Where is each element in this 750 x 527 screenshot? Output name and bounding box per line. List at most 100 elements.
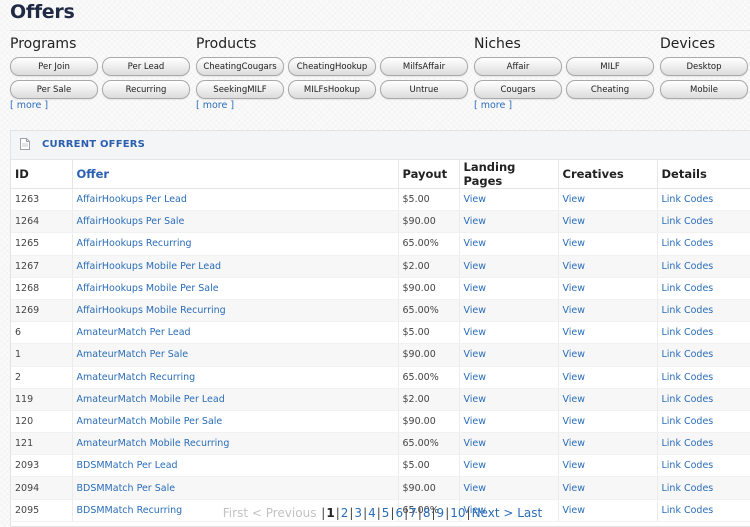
table-row: 2094 BDSMMatch Per Sale $90.00 View View Link… [11,476,750,500]
pagination-separator: | [417,506,422,520]
creatives-view-link[interactable]: View [563,349,586,360]
filter-button-cheatingcougars[interactable]: CheatingCougars [196,57,284,76]
creatives-view-link[interactable]: View [563,305,586,316]
link-codes-link[interactable]: Link Codes [662,416,714,427]
link-codes-link[interactable]: Link Codes [662,394,714,405]
creatives-view-link[interactable]: View [563,216,586,227]
filter-button-milf[interactable]: MILF [566,57,654,76]
offer-link[interactable]: BDSMMatch Per Lead [77,460,178,471]
link-codes-link[interactable]: Link Codes [662,305,714,316]
pagination-separator: | [335,506,340,520]
landing-pages-view-link[interactable]: View [464,416,487,427]
filter-button-per-join[interactable]: Per Join [10,57,98,76]
link-codes-link[interactable]: Link Codes [662,238,714,249]
link-codes-link[interactable]: Link Codes [662,194,714,205]
pagination-last[interactable]: Last [517,506,542,520]
offer-link[interactable]: AffairHookups Mobile Per Lead [77,261,222,272]
landing-pages-view-link[interactable]: View [464,483,487,494]
filter-button-mobile[interactable]: Mobile [660,80,748,99]
offer-link[interactable]: AffairHookups Per Lead [77,194,187,205]
landing-pages-view-link[interactable]: View [464,460,487,471]
offer-link[interactable]: AffairHookups Mobile Recurring [77,305,226,316]
landing-pages-view-link[interactable]: View [464,394,487,405]
filter-button-per-sale[interactable]: Per Sale [10,80,98,99]
landing-pages-view-link[interactable]: View [464,372,487,383]
creatives-view-link[interactable]: View [563,483,586,494]
offer-link[interactable]: AffairHookups Recurring [77,238,192,249]
landing-pages-view-link[interactable]: View [464,327,487,338]
column-header-offer[interactable]: Offer [72,160,399,189]
pagination-next[interactable]: Next > [472,506,514,520]
filter-button-cougars[interactable]: Cougars [474,80,562,99]
offer-link[interactable]: BDSMMatch Per Sale [77,483,176,494]
landing-pages-view-link[interactable]: View [464,194,487,205]
table-cell: 1267 [11,255,73,278]
filter-button-cheatinghookup[interactable]: CheatingHookup [288,57,376,76]
link-codes-link[interactable]: Link Codes [662,283,714,294]
creatives-view-link[interactable]: View [563,438,586,449]
creatives-view-link[interactable]: View [563,460,586,471]
more-niches-link[interactable]: [ more ] [474,100,654,112]
table-cell: 120 [11,410,73,434]
landing-pages-view-link[interactable]: View [464,283,487,294]
cell-payout: $90.00 [402,282,436,294]
creatives-view-link[interactable]: View [563,327,586,338]
landing-pages-view-link[interactable]: View [464,216,487,227]
column-header-id[interactable]: ID [11,160,73,189]
filter-button-seekingmilf[interactable]: SeekingMILF [196,80,284,99]
creatives-view-link[interactable]: View [563,283,586,294]
filter-button-desktop[interactable]: Desktop [660,57,748,76]
column-header-creatives: Creatives [558,160,658,189]
filter-button-affair[interactable]: Affair [474,57,562,76]
landing-pages-view-link[interactable]: View [464,349,487,360]
offer-link[interactable]: AmateurMatch Per Lead [77,327,191,338]
creatives-view-link[interactable]: View [563,261,586,272]
creatives-view-link[interactable]: View [563,416,586,427]
creatives-view-link[interactable]: View [563,194,586,205]
pagination-page-2[interactable]: 2 [341,506,349,520]
offer-link[interactable]: AmateurMatch Recurring [77,372,196,383]
link-codes-link[interactable]: Link Codes [662,349,714,360]
more-products-link[interactable]: [ more ] [196,100,468,112]
pagination-separator: | [466,506,471,520]
link-codes-link[interactable]: Link Codes [662,261,714,272]
link-codes-link[interactable]: Link Codes [662,216,714,227]
pagination-separator: | [376,506,381,520]
pagination-page-9[interactable]: 9 [437,506,445,520]
landing-pages-view-link[interactable]: View [464,305,487,316]
cell-id: 121 [15,438,34,450]
link-codes-link[interactable]: Link Codes [662,460,714,471]
offer-link[interactable]: AmateurMatch Mobile Per Sale [77,416,223,427]
pagination-page-4[interactable]: 4 [368,506,376,520]
pagination-page-5[interactable]: 5 [382,506,390,520]
filter-button-untrue[interactable]: Untrue [380,80,468,99]
more-programs-link[interactable]: [ more ] [10,100,190,112]
pagination-page-10[interactable]: 10 [450,506,465,520]
creatives-view-link[interactable]: View [563,372,586,383]
link-codes-link[interactable]: Link Codes [662,327,714,338]
creatives-view-link[interactable]: View [563,394,586,405]
link-codes-link[interactable]: Link Codes [662,483,714,494]
filter-button-recurring[interactable]: Recurring [102,80,190,99]
pagination-page-3[interactable]: 3 [354,506,362,520]
filter-button-milfsaffair[interactable]: MilfsAffair [380,57,468,76]
landing-pages-view-link[interactable]: View [464,438,487,449]
creatives-view-link[interactable]: View [563,238,586,249]
table-cell: $5.00 [398,188,460,212]
offer-link[interactable]: AmateurMatch Per Sale [77,349,189,360]
filter-button-per-lead[interactable]: Per Lead [102,57,190,76]
offer-link[interactable]: AffairHookups Mobile Per Sale [77,283,219,294]
pagination-page-6[interactable]: 6 [395,506,403,520]
offer-link[interactable]: AmateurMatch Mobile Per Lead [77,394,225,405]
landing-pages-view-link[interactable]: View [464,261,487,272]
pagination-page-8[interactable]: 8 [423,506,431,520]
filter-button-milfshookup[interactable]: MILFsHookup [288,80,376,99]
offer-link[interactable]: AffairHookups Per Sale [77,216,185,227]
link-codes-link[interactable]: Link Codes [662,372,714,383]
filter-button-cheating[interactable]: Cheating [566,80,654,99]
pagination-separator: | [321,506,326,520]
offer-link[interactable]: AmateurMatch Mobile Recurring [77,438,230,449]
landing-pages-view-link[interactable]: View [464,238,487,249]
link-codes-link[interactable]: Link Codes [662,438,714,449]
pagination-page-7[interactable]: 7 [409,506,417,520]
